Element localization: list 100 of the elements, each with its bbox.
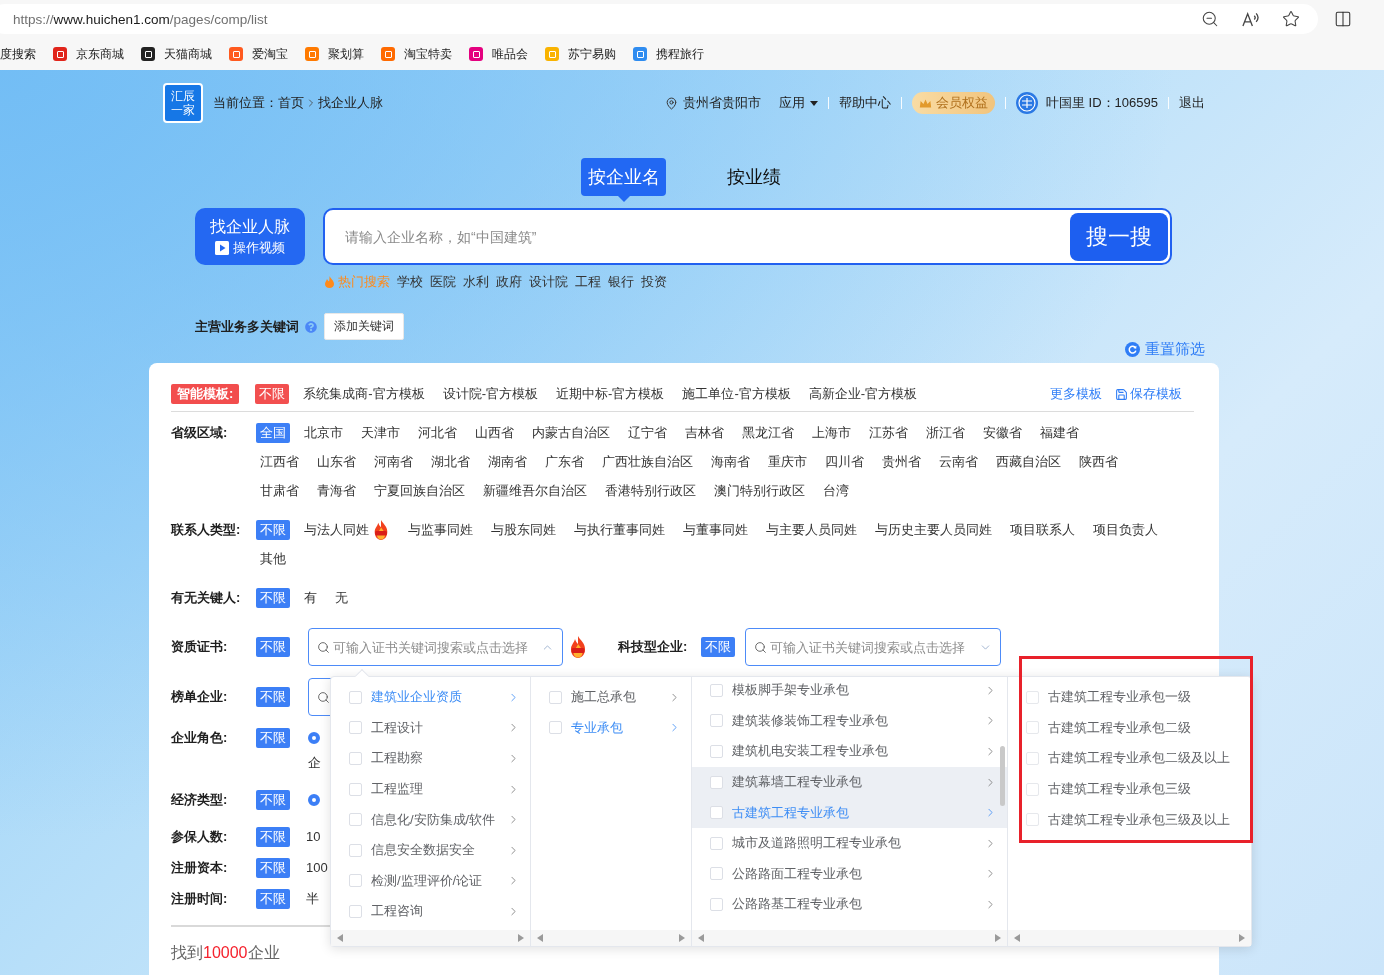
- bookmark-link[interactable]: 京东商城: [53, 45, 124, 63]
- scroll-right-arrow-icon[interactable]: [679, 934, 685, 942]
- checkbox[interactable]: [349, 843, 362, 857]
- filter-option[interactable]: 与股东同姓: [487, 519, 560, 540]
- template-option[interactable]: 设计院-官方模板: [438, 384, 543, 404]
- horizontal-scrollbar[interactable]: [692, 930, 1007, 946]
- filter-option[interactable]: 青海省: [313, 480, 360, 501]
- filter-option[interactable]: 甘肃省: [256, 480, 303, 501]
- filter-option[interactable]: 重庆市: [764, 451, 811, 472]
- filter-option[interactable]: 10: [306, 829, 321, 844]
- scroll-left-arrow-icon[interactable]: [1014, 934, 1020, 942]
- filter-option[interactable]: 北京市: [300, 422, 347, 443]
- bookmark-link[interactable]: 淘宝特卖: [381, 45, 452, 63]
- radio-button[interactable]: [308, 731, 320, 744]
- radio-label[interactable]: 企: [308, 753, 321, 772]
- template-option[interactable]: 施工单位-官方模板: [678, 384, 795, 404]
- template-option[interactable]: 不限: [255, 384, 290, 404]
- checkbox[interactable]: [349, 721, 362, 735]
- filter-option[interactable]: 山东省: [313, 451, 360, 472]
- filter-option[interactable]: 新疆维吾尔自治区: [479, 480, 591, 501]
- filter-option[interactable]: 不限: [256, 519, 290, 540]
- horizontal-scrollbar[interactable]: [531, 930, 691, 946]
- hot-search-link[interactable]: 设计院: [529, 273, 568, 291]
- filter-option[interactable]: 四川省: [821, 451, 868, 472]
- hot-search-link[interactable]: 医院: [430, 273, 456, 291]
- split-screen-icon[interactable]: [1334, 10, 1352, 28]
- certificate-search-input[interactable]: 可输入证书关键词搜索或点击选择: [333, 639, 538, 655]
- filter-option[interactable]: 与董事同姓: [679, 519, 752, 540]
- filter-option[interactable]: 香港特别行政区: [601, 480, 700, 501]
- checkbox[interactable]: [710, 897, 723, 911]
- filter-option[interactable]: 西藏自治区: [992, 451, 1065, 472]
- scroll-right-arrow-icon[interactable]: [518, 934, 524, 942]
- checkbox[interactable]: [349, 782, 362, 796]
- filter-option[interactable]: 无: [331, 587, 352, 608]
- filter-option[interactable]: 与主要人员同姓: [762, 519, 861, 540]
- filter-option[interactable]: 浙江省: [922, 422, 969, 443]
- checkbox[interactable]: [349, 690, 362, 704]
- checkbox[interactable]: [710, 683, 723, 697]
- more-templates-link[interactable]: 更多模板: [1050, 385, 1102, 403]
- filter-option[interactable]: 不限: [256, 826, 290, 847]
- filter-option[interactable]: 湖南省: [484, 451, 531, 472]
- cascade-option[interactable]: 建筑幕墙工程专业承包: [692, 766, 1007, 798]
- filter-option[interactable]: 不限: [256, 789, 290, 810]
- search-field[interactable]: 请输入企业名称，如“中国建筑” 搜一搜: [323, 208, 1172, 265]
- checkbox[interactable]: [1026, 690, 1039, 704]
- filter-option[interactable]: 不限: [256, 637, 290, 657]
- checkbox[interactable]: [349, 813, 362, 827]
- logout-link[interactable]: 退出: [1179, 94, 1205, 112]
- bookmark-link[interactable]: 聚划算: [305, 45, 364, 63]
- filter-option[interactable]: 湖北省: [427, 451, 474, 472]
- filter-option[interactable]: 海南省: [707, 451, 754, 472]
- filter-option[interactable]: 上海市: [808, 422, 855, 443]
- checkbox[interactable]: [1026, 721, 1039, 735]
- filter-option[interactable]: 广西壮族自治区: [598, 451, 697, 472]
- bookmark-link[interactable]: 苏宁易购: [545, 45, 616, 63]
- bookmark-link[interactable]: 爱淘宝: [229, 45, 288, 63]
- filter-option[interactable]: 与历史主要人员同姓: [871, 519, 996, 540]
- checkbox[interactable]: [549, 721, 562, 735]
- template-option[interactable]: 近期中标-官方模板: [552, 384, 669, 404]
- checkbox[interactable]: [349, 904, 362, 918]
- filter-option[interactable]: 辽宁省: [624, 422, 671, 443]
- checkbox[interactable]: [349, 874, 362, 888]
- filter-option[interactable]: 广东省: [541, 451, 588, 472]
- filter-option[interactable]: 与执行董事同姓: [570, 519, 669, 540]
- apps-menu[interactable]: 应用: [779, 94, 818, 112]
- filter-option[interactable]: 有: [300, 587, 321, 608]
- filter-option[interactable]: 全国: [256, 422, 290, 443]
- filter-option[interactable]: 不限: [256, 727, 290, 748]
- zoom-out-icon[interactable]: [1201, 10, 1219, 28]
- filter-option[interactable]: 河北省: [414, 422, 461, 443]
- save-template-link[interactable]: 保存模板: [1115, 385, 1182, 403]
- checkbox[interactable]: [1026, 813, 1039, 827]
- filter-option[interactable]: 其他: [256, 548, 290, 569]
- checkbox[interactable]: [710, 775, 723, 789]
- logo[interactable]: 汇辰 一家: [163, 83, 203, 123]
- hot-search-link[interactable]: 水利: [463, 273, 489, 291]
- filter-option[interactable]: 不限: [256, 888, 290, 909]
- location-link[interactable]: 贵州省贵阳市: [665, 94, 761, 112]
- filter-option[interactable]: 半: [306, 889, 319, 908]
- scrollbar-thumb[interactable]: [1000, 746, 1005, 806]
- scroll-right-arrow-icon[interactable]: [1239, 934, 1245, 942]
- hot-search-link[interactable]: 投资: [641, 273, 667, 291]
- hot-search-link[interactable]: 学校: [397, 273, 423, 291]
- checkbox[interactable]: [349, 752, 362, 765]
- filter-option[interactable]: 不限: [256, 857, 290, 878]
- filter-option[interactable]: 100: [306, 860, 328, 875]
- filter-option[interactable]: 陕西省: [1075, 451, 1122, 472]
- select-field[interactable]: 可输入证书关键词搜索或点击选择: [745, 628, 1002, 666]
- add-keyword-button[interactable]: 添加关键词: [324, 313, 404, 340]
- bookmark-link[interactable]: 唯品会: [469, 45, 528, 63]
- filter-option[interactable]: 天津市: [357, 422, 404, 443]
- filter-option[interactable]: 与监事同姓: [404, 519, 477, 540]
- checkbox[interactable]: [710, 714, 723, 728]
- breadcrumb-link[interactable]: 首页: [278, 94, 304, 112]
- bookmark-link[interactable]: 度搜索: [0, 45, 36, 63]
- filter-option[interactable]: 吉林省: [681, 422, 728, 443]
- filter-option[interactable]: 台湾: [819, 480, 853, 501]
- filter-option[interactable]: 不限: [256, 587, 290, 608]
- radio-button[interactable]: [308, 793, 320, 806]
- help-link[interactable]: 帮助中心: [839, 94, 891, 112]
